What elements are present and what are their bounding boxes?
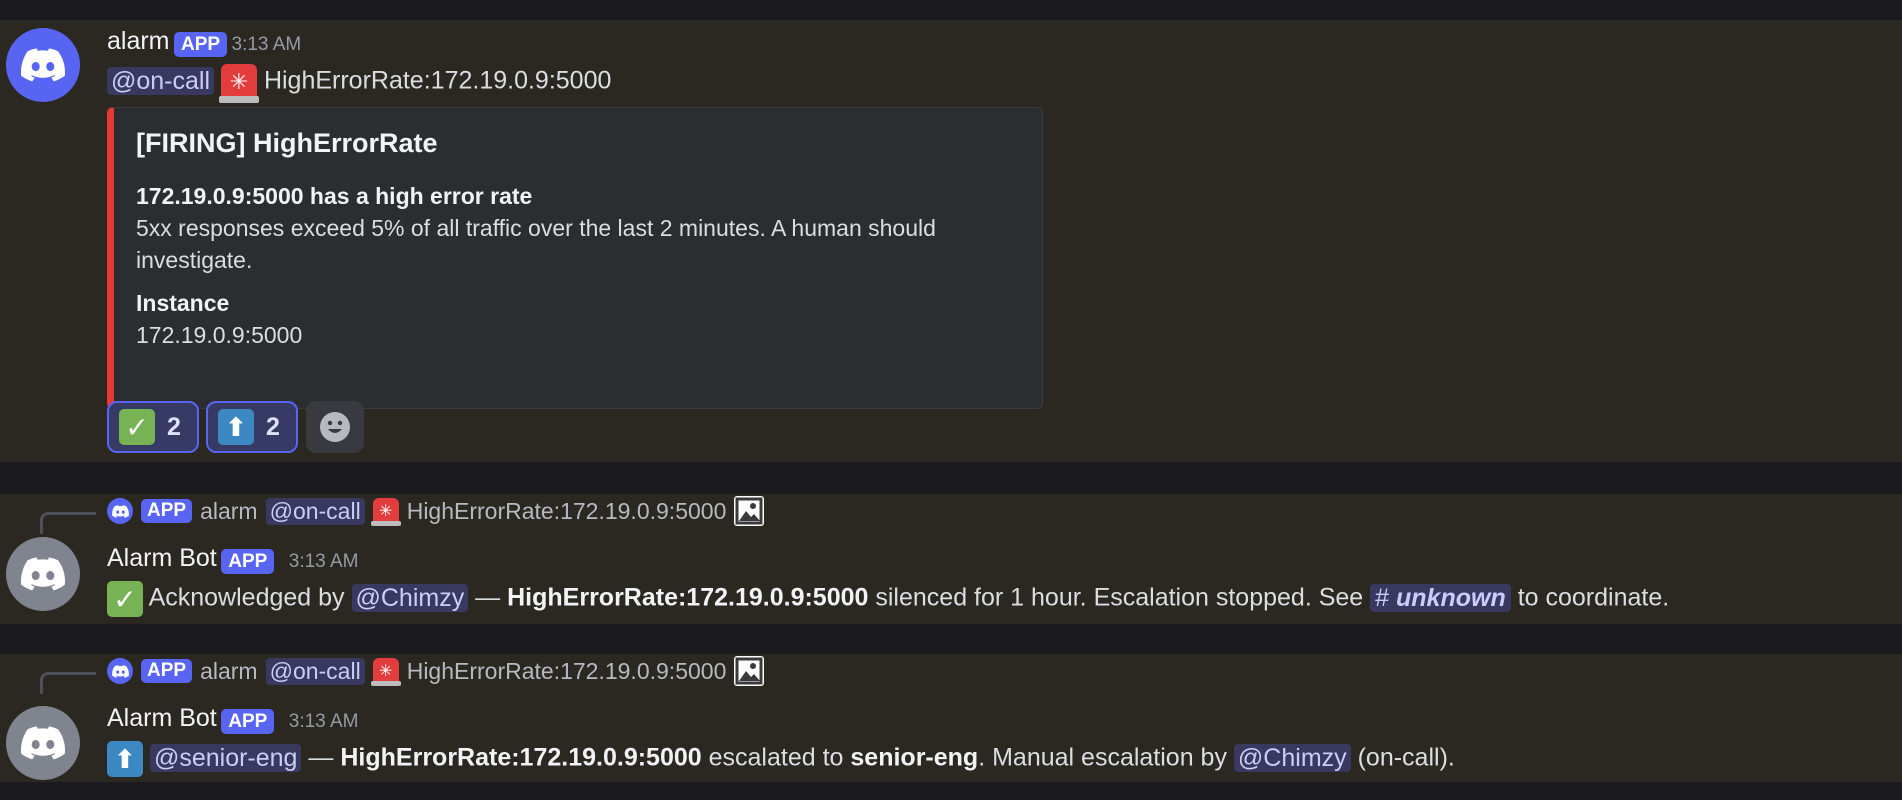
embed-description-line-1: 5xx responses exceed 5% of all traffic o… <box>136 215 936 241</box>
alert-message: alarm APP 3:13 AM @on-call ✳ HighErrorRa… <box>0 20 1902 462</box>
embed-description-line-2: investigate. <box>136 247 253 273</box>
discord-logo-icon <box>21 48 65 82</box>
embed-heading: 172.19.0.9:5000 has a high error rate <box>136 183 533 209</box>
siren-icon: ✳ <box>370 658 401 686</box>
bot-avatar[interactable] <box>6 706 80 780</box>
check-mark-icon: ✓ <box>119 409 155 445</box>
reply-text: HighErrorRate:172.19.0.9:5000 <box>406 657 727 684</box>
text-segment: to coordinate. <box>1517 583 1670 612</box>
reply-text: HighErrorRate:172.19.0.9:5000 <box>406 497 727 524</box>
reply-preview[interactable]: APP alarm @on-call ✳ HighErrorRate:172.1… <box>107 496 765 526</box>
escalation-target: senior-eng <box>850 743 979 772</box>
message-content: ⬆ @senior-eng — HighErrorRate:172.19.0.9… <box>107 741 1455 777</box>
channel-mention[interactable]: # unknown <box>1370 583 1511 612</box>
alert-name: HighErrorRate:172.19.0.9:5000 <box>507 583 869 612</box>
app-badge: APP <box>141 499 193 523</box>
alert-embed: [FIRING] HighErrorRate 172.19.0.9:5000 h… <box>107 107 1043 409</box>
add-reaction-button[interactable] <box>306 401 364 453</box>
embed-field-value: 172.19.0.9:5000 <box>136 322 303 348</box>
reply-author: alarm <box>200 497 258 524</box>
bot-avatar[interactable] <box>6 28 80 102</box>
app-badge: APP <box>141 659 193 683</box>
app-badge: APP <box>173 32 228 58</box>
reply-author: alarm <box>200 657 258 684</box>
check-mark-icon: ✓ <box>107 581 143 617</box>
discord-logo-icon <box>21 726 65 760</box>
user-mention[interactable]: @Chimzy <box>1233 743 1351 772</box>
dash: — <box>475 583 501 612</box>
discord-logo-icon <box>111 664 129 678</box>
alert-name: HighErrorRate:172.19.0.9:5000 <box>340 743 702 772</box>
reaction-count: 2 <box>167 412 181 441</box>
bot-avatar[interactable] <box>6 537 80 611</box>
discord-logo-icon <box>21 557 65 591</box>
author-name[interactable]: alarm <box>107 27 170 55</box>
image-icon <box>734 656 765 686</box>
up-arrow-icon: ⬆ <box>107 741 143 777</box>
discord-logo-icon <box>111 504 129 518</box>
escalation-message: APP alarm @on-call ✳ HighErrorRate:172.1… <box>0 654 1902 782</box>
text-segment: silenced for 1 hour. Escalation stopped.… <box>875 583 1364 612</box>
embed-title: [FIRING] HighErrorRate <box>136 128 438 158</box>
app-badge: APP <box>221 709 275 735</box>
channel-name: unknown <box>1396 583 1506 612</box>
text-segment: (on-call). <box>1357 743 1455 772</box>
role-mention: @on-call <box>265 657 365 685</box>
app-badge: APP <box>221 549 275 575</box>
message-content: ✓ Acknowledged by @Chimzy — HighErrorRat… <box>107 581 1669 617</box>
user-mention[interactable]: @Chimzy <box>351 583 469 612</box>
author-name[interactable]: Alarm Bot <box>107 704 217 732</box>
message-content: @on-call ✳ HighErrorRate:172.19.0.9:5000 <box>107 64 612 103</box>
reply-avatar <box>107 658 133 684</box>
role-mention[interactable]: @senior-eng <box>149 743 302 772</box>
text-segment: . Manual escalation by <box>978 743 1227 772</box>
timestamp[interactable]: 3:13 AM <box>232 34 302 55</box>
role-mention: @on-call <box>265 497 365 525</box>
up-arrow-icon: ⬆ <box>218 409 254 445</box>
image-icon <box>734 496 765 526</box>
siren-icon: ✳ <box>370 498 401 526</box>
hash-icon: # <box>1375 583 1390 612</box>
reply-preview[interactable]: APP alarm @on-call ✳ HighErrorRate:172.1… <box>107 656 765 686</box>
reply-avatar <box>107 498 133 524</box>
role-mention[interactable]: @on-call <box>107 66 215 95</box>
alert-text: HighErrorRate:172.19.0.9:5000 <box>263 66 612 95</box>
reaction-check[interactable]: ✓ 2 <box>107 401 199 453</box>
siren-icon: ✳ <box>218 64 259 103</box>
reply-connector <box>40 672 96 694</box>
timestamp[interactable]: 3:13 AM <box>289 711 359 732</box>
reply-connector <box>40 512 96 534</box>
timestamp[interactable]: 3:13 AM <box>289 551 359 572</box>
ack-message: APP alarm @on-call ✳ HighErrorRate:172.1… <box>0 494 1902 624</box>
text-segment: Acknowledged by <box>148 583 345 612</box>
author-name[interactable]: Alarm Bot <box>107 544 217 572</box>
dash: — <box>308 743 334 772</box>
reaction-count: 2 <box>266 412 280 441</box>
embed-field-name: Instance <box>136 290 230 316</box>
reaction-up[interactable]: ⬆ 2 <box>206 401 298 453</box>
smiley-icon <box>320 412 350 442</box>
text-segment: escalated to <box>708 743 844 772</box>
